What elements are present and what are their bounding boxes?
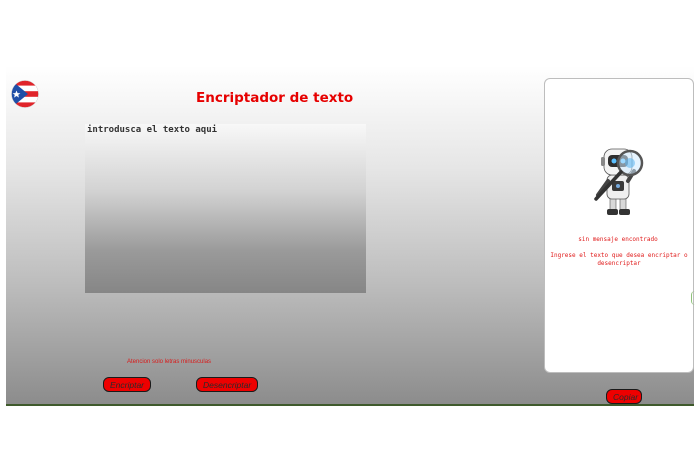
empty-state-title: sin mensaje encontrado: [578, 236, 658, 243]
encrypt-button[interactable]: Encriptar: [103, 377, 151, 392]
empty-state-message: Ingrese el texto que desea encriptar o d…: [550, 252, 688, 267]
page-title: Encriptador de texto: [196, 90, 354, 106]
decrypt-button[interactable]: Desencriptar: [196, 377, 258, 392]
robot-magnifier-icon: [594, 148, 644, 215]
copy-button[interactable]: Copiar: [606, 389, 642, 404]
text-input[interactable]: [85, 124, 366, 293]
panel-edge-tab: [691, 291, 695, 305]
lowercase-warning: Atencion solo letras minusculas: [127, 359, 212, 365]
puerto-rico-flag-icon: [11, 80, 39, 108]
output-panel: sin mensaje encontrado Ingrese el texto …: [544, 78, 694, 373]
